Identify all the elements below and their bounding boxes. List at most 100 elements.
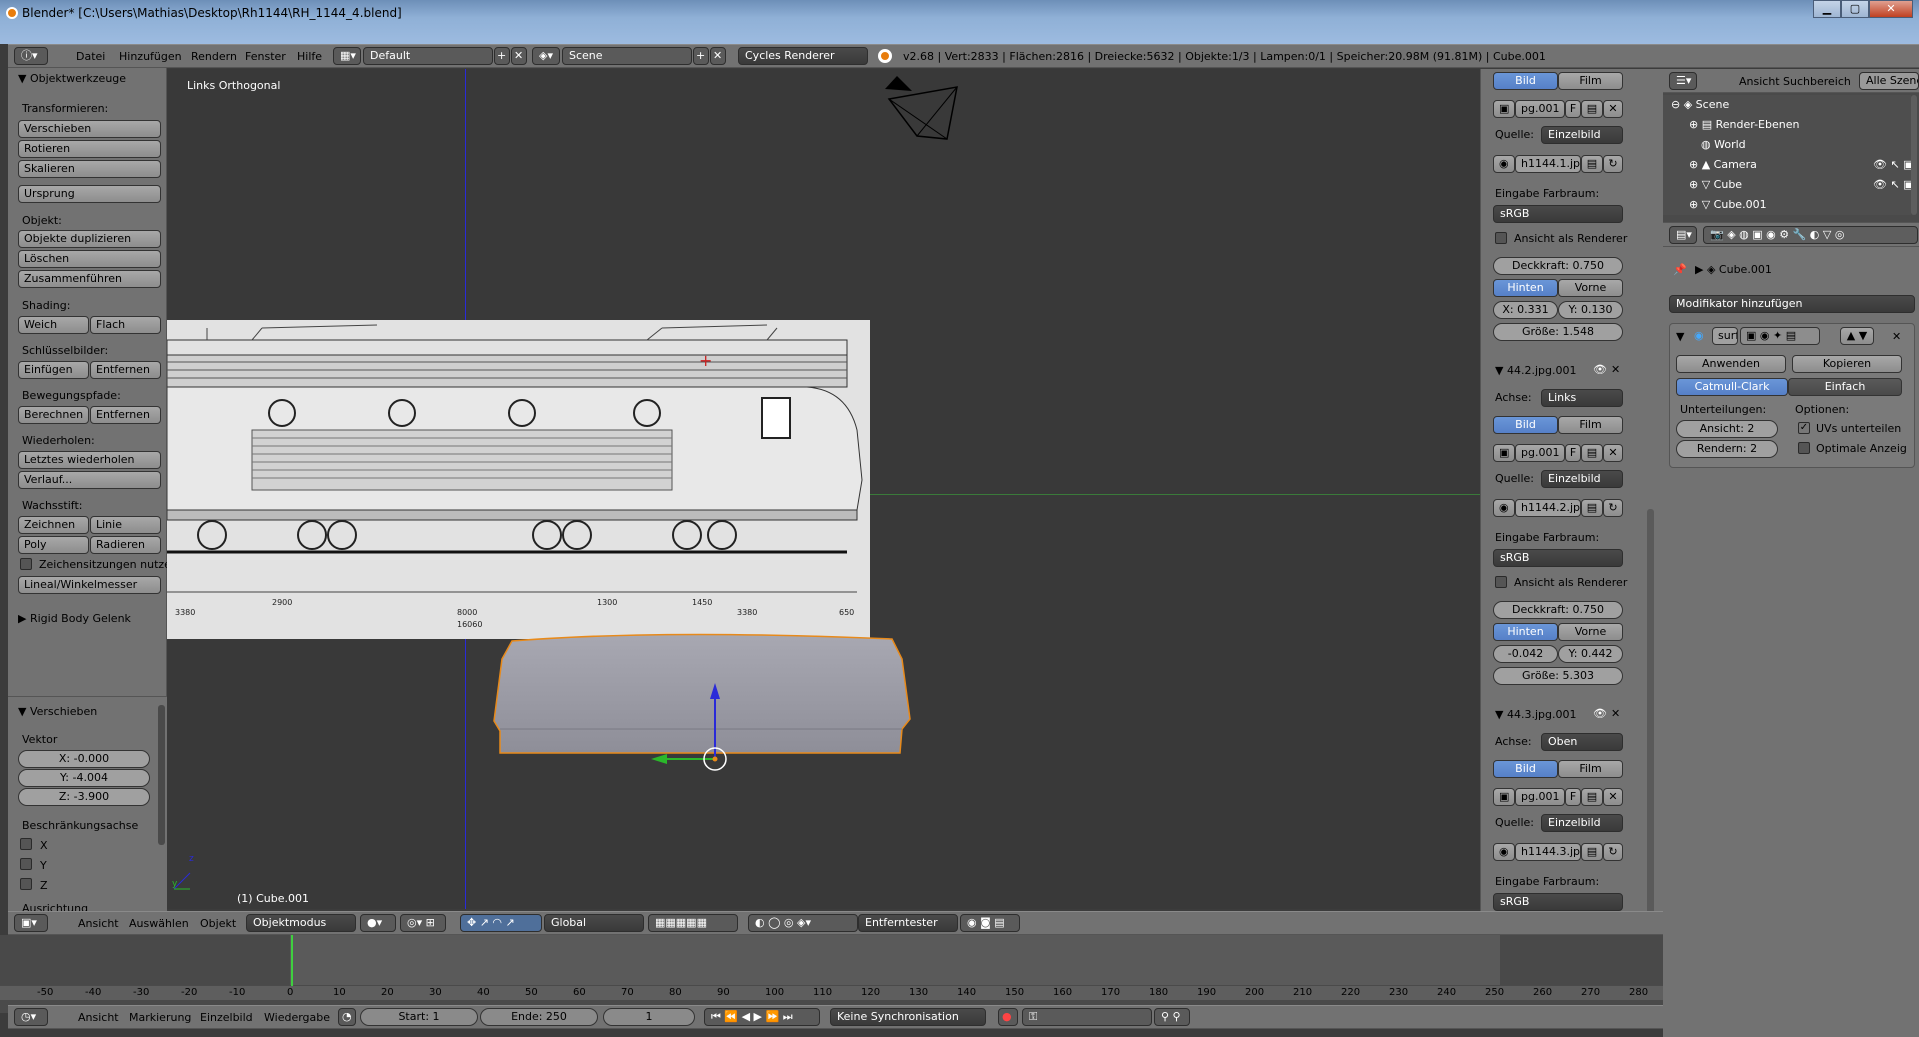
modifier-move-buttons[interactable]: ▲ ▼ (1840, 327, 1874, 345)
preview-range-button[interactable]: ◔ (338, 1008, 356, 1026)
bg2-size-field[interactable]: Größe: 5.303 (1493, 667, 1623, 685)
outliner-item-scene[interactable]: ⊖ ◈ Scene (1671, 98, 1729, 111)
poly-button[interactable]: Poly (18, 536, 89, 554)
record-button[interactable]: ● (998, 1008, 1018, 1026)
modifier-remove-icon[interactable]: ✕ (1892, 330, 1901, 343)
toolshelf-title[interactable]: ▼ Objektwerkzeuge (18, 72, 126, 85)
vector-y-field[interactable]: Y: -4.004 (18, 769, 150, 787)
bg1-source-dropdown[interactable]: Einzelbild (1541, 126, 1623, 144)
bg1-x-field[interactable]: X: 0.331 (1493, 301, 1558, 319)
repeat-last-button[interactable]: Letztes wiederholen (18, 451, 161, 469)
current-frame-field[interactable]: 1 (603, 1008, 695, 1026)
line-button[interactable]: Linie (90, 516, 161, 534)
current-frame-indicator[interactable] (291, 935, 293, 989)
bg2-fake-user-button[interactable]: F (1565, 444, 1581, 462)
outliner-item-cube[interactable]: ⊕ ▽ Cube (1689, 178, 1742, 191)
bg2-x-field[interactable]: -0.042 (1493, 645, 1558, 663)
bg3-axis-dropdown[interactable]: Oben (1541, 733, 1623, 751)
bg-panel-scrollbar[interactable] (1647, 509, 1654, 911)
bg2-colorspace-dropdown[interactable]: sRGB (1493, 549, 1623, 567)
bg2-reload-icon[interactable]: ↻ (1603, 499, 1623, 517)
bg2-file-field[interactable]: h1144.2.jpg (1515, 499, 1581, 517)
orientation-dropdown[interactable]: Global (544, 914, 644, 932)
bg2-remove-icon[interactable]: ✕ (1611, 363, 1620, 376)
clear-paths-button[interactable]: Entfernen (90, 406, 161, 424)
end-frame-field[interactable]: Ende: 250 (480, 1008, 598, 1026)
outliner-menu-ansicht[interactable]: Ansicht (1739, 75, 1780, 88)
menu-hilfe[interactable]: Hilfe (297, 50, 322, 63)
apply-button[interactable]: Anwenden (1676, 355, 1786, 373)
calculate-paths-button[interactable]: Berechnen (18, 406, 89, 424)
bg2-slot-field[interactable]: pg.001 (1515, 444, 1565, 462)
copy-button[interactable]: Kopieren (1792, 355, 1902, 373)
ursprung-button[interactable]: Ursprung (18, 185, 161, 203)
bg2-header[interactable]: ▼ 44.2.jpg.001 (1495, 364, 1576, 377)
bg2-folder-icon[interactable]: ▤ (1581, 499, 1603, 517)
ruler-button[interactable]: Lineal/Winkelmesser (18, 576, 161, 594)
constraint-y-checkbox[interactable] (20, 858, 32, 870)
modifier-collapse-icon[interactable]: ▼ (1676, 330, 1684, 343)
subdivide-uvs-checkbox[interactable]: ✓ (1798, 422, 1810, 434)
manipulator-buttons[interactable]: ✥ ↗ ◠ ↗ (460, 914, 542, 932)
camera-object-icon[interactable] (877, 71, 967, 143)
keying-set-field[interactable]: ⚿ (1022, 1008, 1152, 1026)
timeline-menu-einzelbild[interactable]: Einzelbild (200, 1011, 253, 1024)
outliner-tree[interactable]: ⊖ ◈ Scene ⊕ ▤ Render-Ebenen ◍ World ⊕ ▲ … (1663, 95, 1914, 215)
bg1-open-icon[interactable]: ▤ (1581, 100, 1603, 118)
bg3-source-dropdown[interactable]: Einzelbild (1541, 814, 1623, 832)
outliner-filter-dropdown[interactable]: Alle Szene (1859, 72, 1919, 90)
menu-hinzufuegen[interactable]: Hinzufügen (119, 50, 182, 63)
bg2-source-dropdown[interactable]: Einzelbild (1541, 470, 1623, 488)
bg3-header[interactable]: ▼ 44.3.jpg.001 (1495, 708, 1576, 721)
bg1-front-button[interactable]: Vorne (1558, 279, 1623, 297)
operator-scrollbar[interactable] (158, 705, 165, 845)
modifier-visibility-buttons[interactable]: ▣ ◉ ✦ ▤ (1740, 327, 1820, 345)
menu-fenster[interactable]: Fenster (245, 50, 286, 63)
layout-icon[interactable]: ▦▾ (333, 47, 361, 65)
timeline-editor[interactable]: -50 -40 -30 -20 -10 0 10 20 30 40 50 60 … (0, 935, 1663, 1013)
bg2-axis-dropdown[interactable]: Links (1541, 389, 1623, 407)
bg3-fake-user-button[interactable]: F (1565, 788, 1581, 806)
layout-field[interactable]: Default (363, 47, 493, 65)
bg1-file-field[interactable]: h1144.1.jpg (1515, 155, 1581, 173)
menu-auswaehlen[interactable]: Auswählen (129, 917, 189, 930)
bg3-eye-icon[interactable]: 👁 (1593, 707, 1607, 720)
bg1-back-button[interactable]: Hinten (1493, 279, 1558, 297)
add-modifier-dropdown[interactable]: Modifikator hinzufügen (1669, 295, 1915, 313)
start-frame-field[interactable]: Start: 1 (360, 1008, 478, 1026)
bg1-folder-icon[interactable]: ▤ (1581, 155, 1603, 173)
bg2-y-field[interactable]: Y: 0.442 (1558, 645, 1623, 663)
render-buttons[interactable]: ◉ ◙ ▤ (960, 914, 1020, 932)
bg1-reload-icon[interactable]: ↻ (1603, 155, 1623, 173)
duplicate-button[interactable]: Objekte duplizieren (18, 230, 161, 248)
shading-dropdown[interactable]: ●▾ (360, 914, 396, 932)
bg1-render-checkbox[interactable] (1495, 232, 1507, 244)
bg1-opacity-field[interactable]: Deckkraft: 0.750 (1493, 257, 1623, 275)
properties-editor-type-button[interactable]: ▤▾ (1669, 226, 1697, 244)
bg2-back-button[interactable]: Hinten (1493, 623, 1558, 641)
bg2-opacity-field[interactable]: Deckkraft: 0.750 (1493, 601, 1623, 619)
bg1-fake-user-button[interactable]: F (1565, 100, 1581, 118)
bg3-remove-icon[interactable]: ✕ (1611, 707, 1620, 720)
bg1-unlink-icon[interactable]: ✕ (1603, 100, 1623, 118)
bg3-film-button[interactable]: Film (1558, 760, 1623, 778)
insert-keyframe-button[interactable]: Einfügen (18, 361, 89, 379)
snap-target-dropdown[interactable]: Entferntester (858, 914, 958, 932)
menu-datei[interactable]: Datei (76, 50, 105, 63)
add-scene-button[interactable]: + (693, 47, 709, 65)
bg3-reload-icon[interactable]: ↻ (1603, 843, 1623, 861)
outliner-scrollbar[interactable] (1911, 95, 1917, 215)
bg3-open-icon[interactable]: ▤ (1581, 788, 1603, 806)
rigid-body-panel[interactable]: ▶ Rigid Body Gelenk (18, 612, 131, 625)
bg1-y-field[interactable]: Y: 0.130 (1558, 301, 1623, 319)
scene-field[interactable]: Scene (562, 47, 692, 65)
bg3-eye-icon-2[interactable]: ◉ (1493, 843, 1515, 861)
outliner-item-cube-001[interactable]: ⊕ ▽ Cube.001 (1689, 198, 1767, 211)
maximize-button[interactable]: ▢ (1841, 0, 1869, 18)
flat-button[interactable]: Flach (90, 316, 161, 334)
outliner-menu-suchbereich[interactable]: Suchbereich (1783, 75, 1851, 88)
constraint-z-checkbox[interactable] (20, 878, 32, 890)
menu-rendern[interactable]: Rendern (191, 50, 237, 63)
remove-keyframe-button[interactable]: Entfernen (90, 361, 161, 379)
bg3-file-field[interactable]: h1144.3.jpg (1515, 843, 1581, 861)
